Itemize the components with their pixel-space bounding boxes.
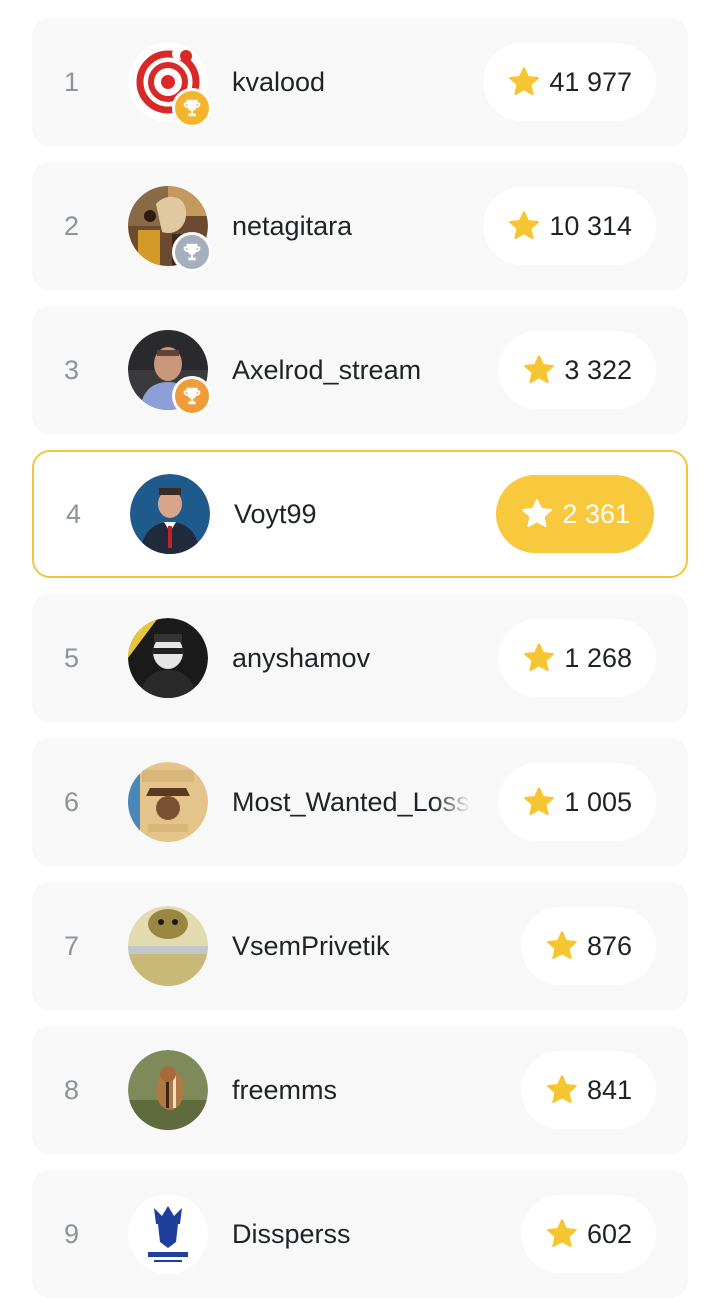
star-icon	[524, 355, 555, 384]
score-value: 876	[586, 930, 632, 961]
score-value: 1 268	[564, 642, 632, 673]
leaderboard-row[interactable]: 9 Dissperss 602	[32, 1170, 688, 1298]
trophy-badge	[172, 88, 212, 128]
avatar-image	[128, 762, 208, 842]
rank-number: 4	[66, 498, 82, 529]
leaderboard-row[interactable]: 2 netagitara 10 314	[32, 162, 688, 290]
avatar-image	[128, 1050, 208, 1130]
rank-number: 7	[64, 930, 80, 961]
rank-number: 2	[64, 210, 80, 241]
score-pill: 841	[520, 1051, 656, 1129]
rank-number: 1	[64, 66, 80, 97]
rank-number: 8	[64, 1074, 80, 1105]
score-pill: 876	[520, 907, 656, 985]
avatar-image	[128, 1194, 208, 1274]
rank-number: 3	[64, 354, 80, 385]
avatar[interactable]	[128, 330, 212, 416]
avatar-image	[128, 906, 208, 986]
avatar[interactable]	[128, 762, 208, 842]
star-icon	[547, 1219, 577, 1248]
username: Dissperss	[232, 1218, 351, 1249]
avatar[interactable]	[130, 474, 210, 554]
leaderboard-row[interactable]: 1 kvalood 41 977	[32, 18, 688, 146]
score-value: 2 361	[562, 498, 630, 529]
star-icon	[509, 211, 540, 240]
username: kvalood	[232, 66, 326, 97]
star-icon	[547, 1075, 577, 1104]
star-icon	[524, 787, 555, 816]
avatar-image	[130, 474, 210, 554]
score-value: 1 005	[564, 786, 632, 817]
username: anyshamov	[232, 642, 371, 673]
trophy-badge	[172, 232, 212, 272]
username: netagitara	[232, 210, 353, 241]
leaderboard-row[interactable]: 5 anyshamov 1 268	[32, 594, 688, 722]
score-pill: 3 322	[498, 331, 656, 409]
score-pill: 1 005	[498, 763, 656, 841]
score-value: 841	[586, 1074, 632, 1105]
username: Axelrod_stream	[232, 354, 422, 385]
avatar[interactable]	[128, 42, 212, 128]
trophy-icon	[183, 243, 201, 261]
rank-number: 5	[64, 642, 80, 673]
username: Voyt99	[234, 498, 317, 529]
avatar[interactable]	[128, 618, 208, 698]
score-pill: 10 314	[483, 187, 656, 265]
leaderboard-row[interactable]: 8 freemms 841	[32, 1026, 688, 1154]
leaderboard-row[interactable]: 6 Most_Wanted_Loss 1 005	[32, 738, 688, 866]
score-value: 10 314	[549, 210, 632, 241]
score-value: 602	[586, 1218, 632, 1249]
leaderboard-row[interactable]: 3 Axelrod_stream 3 322	[32, 306, 688, 434]
leaderboard-row[interactable]: 7 VsemPrivetik 876	[32, 882, 688, 1010]
avatar[interactable]	[128, 186, 212, 272]
star-icon	[509, 67, 540, 96]
username: VsemPrivetik	[232, 930, 390, 961]
score-pill: 1 268	[498, 619, 656, 697]
username: Most_Wanted_Loss	[232, 786, 470, 817]
score-value: 41 977	[549, 66, 632, 97]
trophy-badge	[172, 376, 212, 416]
score-value: 3 322	[564, 354, 632, 385]
trophy-icon	[183, 387, 201, 405]
avatar[interactable]	[128, 906, 208, 986]
username: freemms	[232, 1074, 338, 1105]
rank-number: 9	[64, 1218, 80, 1249]
trophy-icon	[183, 99, 201, 117]
avatar[interactable]	[128, 1050, 208, 1130]
avatar[interactable]	[128, 1194, 208, 1274]
star-icon	[522, 499, 553, 528]
rank-number: 6	[64, 786, 80, 817]
star-icon	[547, 931, 577, 960]
score-pill: 41 977	[483, 43, 656, 121]
avatar-image	[128, 618, 208, 698]
score-pill-highlighted: 2 361	[496, 475, 654, 553]
leaderboard-row-current-user[interactable]: 4 Voyt99 2 361	[32, 450, 688, 578]
score-pill: 602	[520, 1195, 656, 1273]
star-icon	[524, 643, 555, 672]
